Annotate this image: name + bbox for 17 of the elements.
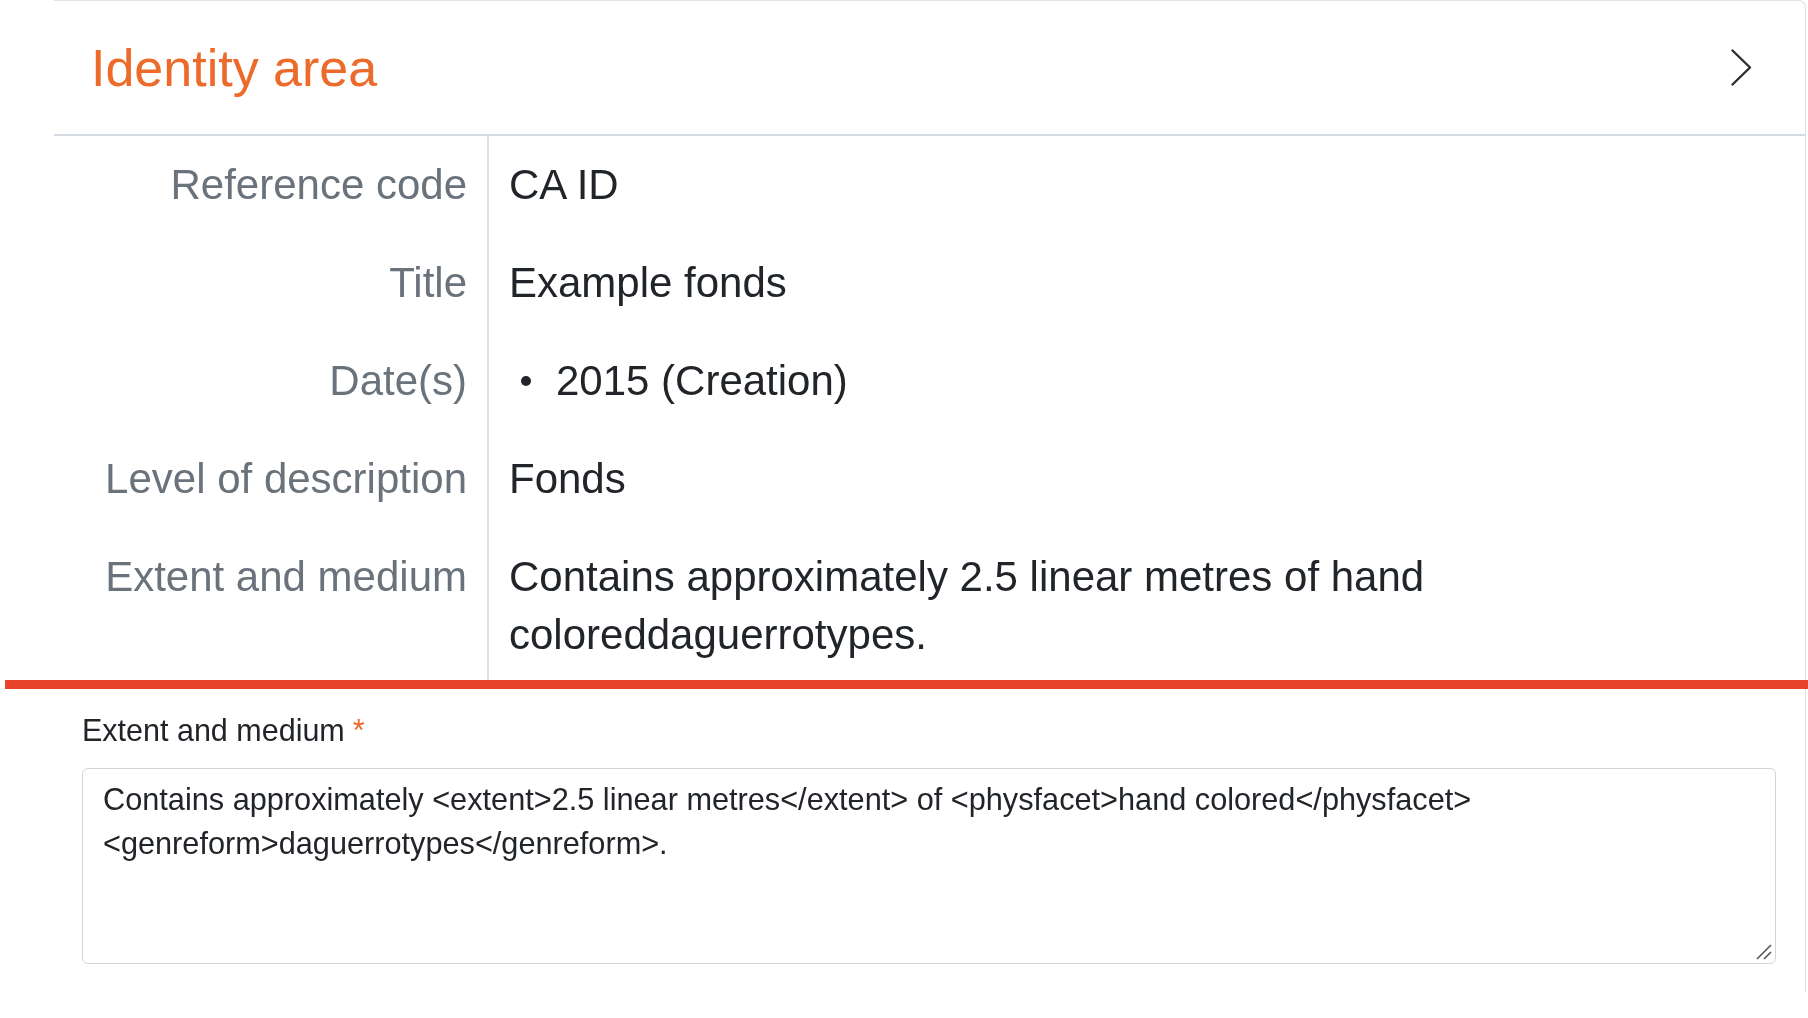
- resize-grip-icon[interactable]: [1756, 944, 1772, 960]
- field-value: Example fonds: [509, 259, 787, 306]
- field-label: Level of description: [105, 455, 467, 502]
- bullet-icon: [521, 376, 531, 386]
- field-value: CA ID: [509, 161, 619, 208]
- section-title: Identity area: [91, 37, 378, 99]
- textarea-field[interactable]: Contains approximately <extent>2.5 linear metres</extent> of <physfacet>hand colored</physfacet> <genreform>daguerrotypes</genreform>.: [82, 768, 1776, 964]
- field-label: Extent and medium: [82, 712, 345, 749]
- field-label: Reference code: [170, 161, 467, 208]
- field-value: 2015 (Creation): [556, 356, 848, 406]
- field-value: Fonds: [509, 455, 626, 502]
- required-mark: *: [352, 712, 365, 749]
- field-label: Date(s): [329, 357, 467, 404]
- chevron-right-icon[interactable]: [1731, 49, 1752, 86]
- field-label: Title: [389, 259, 467, 306]
- field-value: Contains approximately 2.5 linear metres of hand coloreddaguerrotypes.: [509, 553, 1425, 658]
- field-label: Extent and medium: [105, 553, 467, 600]
